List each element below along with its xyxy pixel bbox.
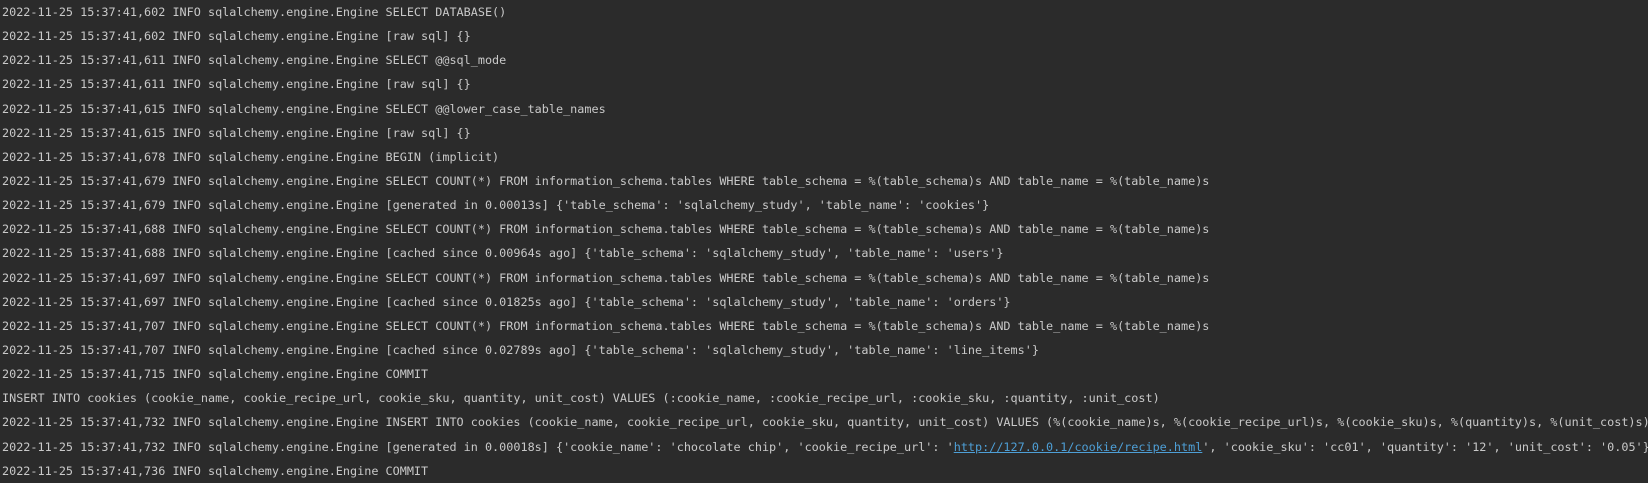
log-line: 2022-11-25 15:37:41,602 INFO sqlalchemy.… [2, 29, 471, 44]
log-line: 2022-11-25 15:37:41,697 INFO sqlalchemy.… [2, 270, 1210, 285]
log-line: 2022-11-25 15:37:41,732 INFO sqlalchemy.… [2, 415, 1648, 430]
log-line: 2022-11-25 15:37:41,615 INFO sqlalchemy.… [2, 125, 471, 140]
log-line: 2022-11-25 15:37:41,688 INFO sqlalchemy.… [2, 222, 1210, 237]
console-output[interactable]: 2022-11-25 15:37:41,602 INFO sqlalchemy.… [0, 0, 1648, 479]
log-line: 2022-11-25 15:37:41,679 INFO sqlalchemy.… [2, 198, 990, 213]
log-line: 2022-11-25 15:37:41,715 INFO sqlalchemy.… [2, 367, 429, 382]
log-line-prefix: 2022-11-25 15:37:41,732 INFO sqlalchemy.… [2, 439, 954, 454]
log-line: 2022-11-25 15:37:41,678 INFO sqlalchemy.… [2, 149, 500, 164]
log-line-suffix: ', 'cookie_sku': 'cc01', 'quantity': '12… [1202, 439, 1648, 454]
log-line: 2022-11-25 15:37:41,615 INFO sqlalchemy.… [2, 101, 606, 116]
recipe-url-link[interactable]: http://127.0.0.1/cookie/recipe.html [954, 440, 1203, 454]
log-line: 2022-11-25 15:37:41,611 INFO sqlalchemy.… [2, 77, 471, 92]
log-line: 2022-11-25 15:37:41,707 INFO sqlalchemy.… [2, 342, 1039, 357]
log-line: 2022-11-25 15:37:41,679 INFO sqlalchemy.… [2, 173, 1210, 188]
log-line: 2022-11-25 15:37:41,697 INFO sqlalchemy.… [2, 294, 1011, 309]
print-output-line: INSERT INTO cookies (cookie_name, cookie… [2, 391, 1160, 406]
log-line: 2022-11-25 15:37:41,707 INFO sqlalchemy.… [2, 318, 1210, 333]
log-line: 2022-11-25 15:37:41,688 INFO sqlalchemy.… [2, 246, 1004, 261]
log-line-with-link: 2022-11-25 15:37:41,732 INFO sqlalchemy.… [2, 435, 1648, 459]
log-line: 2022-11-25 15:37:41,602 INFO sqlalchemy.… [2, 5, 507, 19]
log-line: 2022-11-25 15:37:41,611 INFO sqlalchemy.… [2, 53, 507, 68]
log-line: 2022-11-25 15:37:41,736 INFO sqlalchemy.… [2, 463, 429, 478]
